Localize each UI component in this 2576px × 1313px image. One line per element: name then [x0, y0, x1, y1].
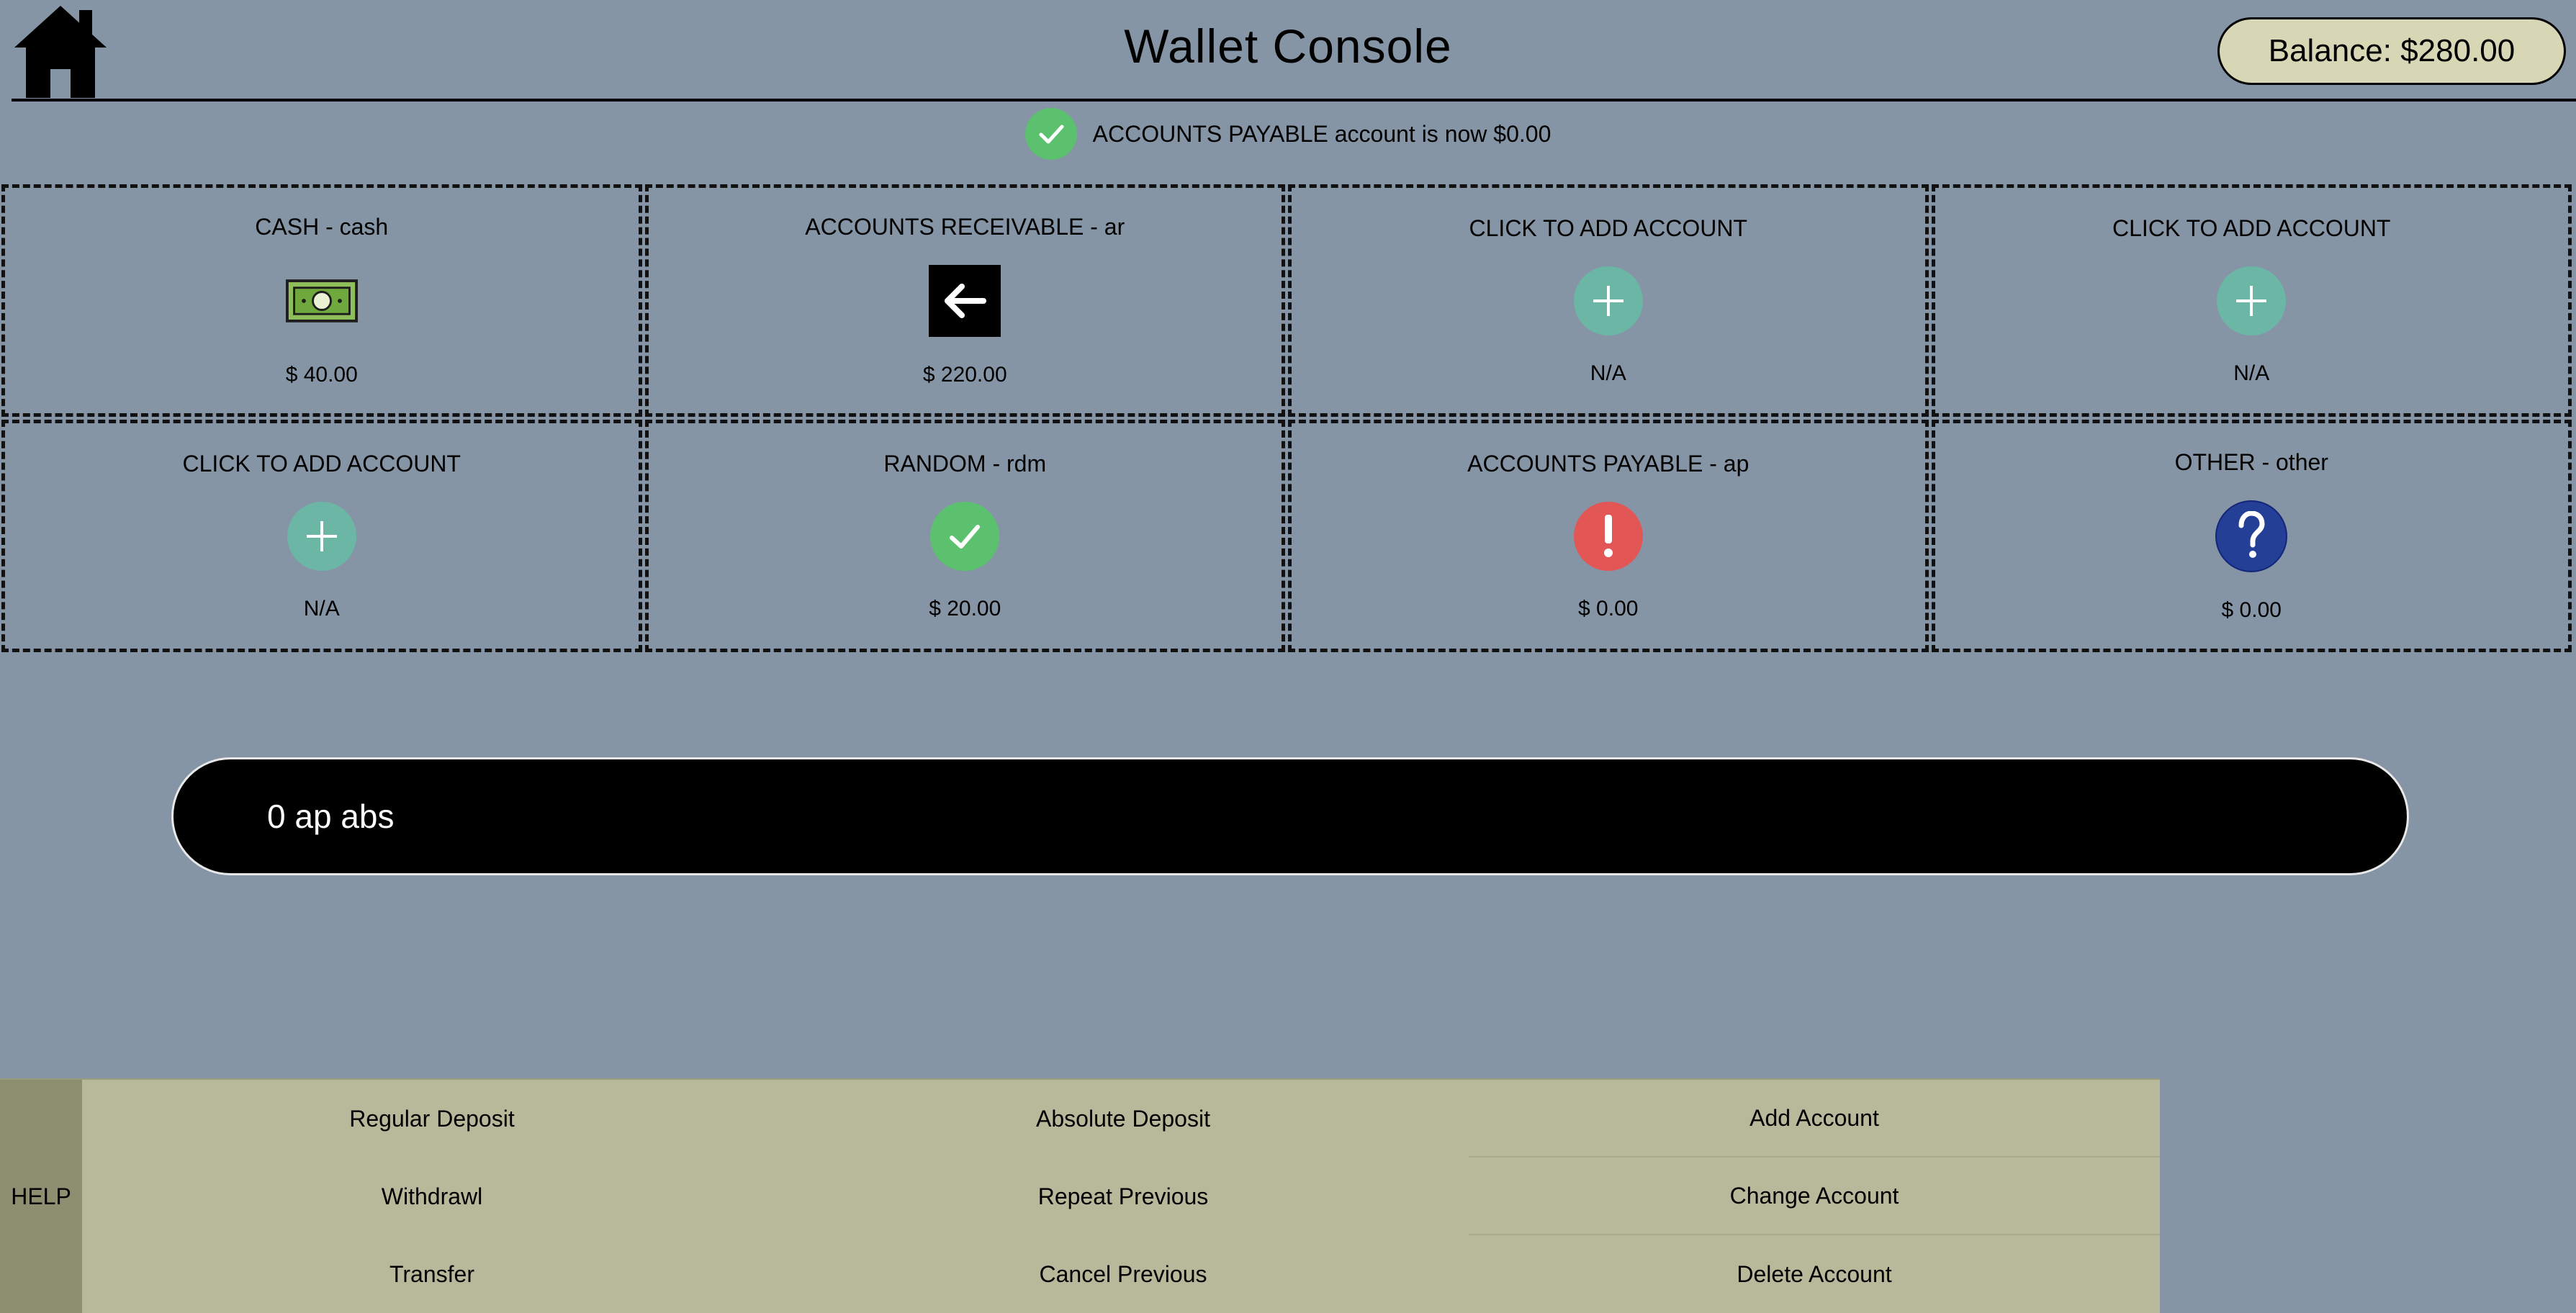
account-tile-ap[interactable]: ACCOUNTS PAYABLE - ap $ 0.00 — [1288, 420, 1929, 652]
add-account-button[interactable]: Add Account — [1469, 1080, 2160, 1158]
account-name: ACCOUNTS PAYABLE - ap — [1467, 451, 1749, 477]
account-balance: $ 0.00 — [2221, 598, 2282, 622]
question-icon — [2215, 500, 2288, 572]
account-name: CLICK TO ADD ACCOUNT — [182, 451, 461, 477]
cancel-previous-button[interactable]: Cancel Previous — [778, 1235, 1469, 1313]
transfer-button[interactable]: Transfer — [86, 1235, 778, 1313]
account-name: RANDOM - rdm — [883, 451, 1047, 477]
notification-text: ACCOUNTS PAYABLE account is now $0.00 — [1092, 120, 1552, 147]
account-balance: $ 40.00 — [285, 363, 358, 387]
account-name: CLICK TO ADD ACCOUNT — [2112, 215, 2391, 241]
plus-icon — [1573, 266, 1643, 335]
plus-icon — [2217, 266, 2287, 335]
account-tile-ar[interactable]: ACCOUNTS RECEIVABLE - ar $ 220.00 — [644, 184, 1285, 417]
repeat-previous-button[interactable]: Repeat Previous — [778, 1158, 1469, 1235]
header-divider — [12, 99, 2576, 101]
check-circle-icon — [1024, 108, 1077, 160]
account-tile-other[interactable]: OTHER - other $ 0.00 — [1931, 420, 2572, 652]
account-balance: N/A — [303, 597, 340, 621]
command-input-value: 0 ap abs — [267, 798, 395, 835]
exclamation-icon — [1573, 502, 1643, 571]
absolute-deposit-button[interactable]: Absolute Deposit — [778, 1080, 1469, 1158]
check-icon — [930, 502, 1000, 571]
account-balance: N/A — [1590, 361, 1626, 385]
add-account-tile[interactable]: CLICK TO ADD ACCOUNT N/A — [1288, 184, 1929, 417]
action-grid: Regular Deposit Absolute Deposit Add Acc… — [86, 1080, 2160, 1313]
account-balance: $ 20.00 — [929, 597, 1001, 621]
account-tile-cash[interactable]: CASH - cash $ 40.00 — [1, 184, 642, 417]
regular-deposit-button[interactable]: Regular Deposit — [86, 1080, 778, 1158]
account-name: CASH - cash — [255, 214, 389, 240]
cash-icon — [285, 265, 358, 337]
status-notification: ACCOUNTS PAYABLE account is now $0.00 — [0, 108, 2576, 160]
add-account-tile[interactable]: CLICK TO ADD ACCOUNT N/A — [1, 420, 642, 652]
plus-icon — [287, 502, 356, 571]
account-name: CLICK TO ADD ACCOUNT — [1469, 215, 1747, 241]
account-tile-rdm[interactable]: RANDOM - rdm $ 20.00 — [644, 420, 1285, 652]
account-grid: CASH - cash $ 40.00 ACCOUNTS RECEIVABLE … — [1, 184, 2575, 655]
account-balance: $ 0.00 — [1578, 597, 1639, 621]
delete-account-button[interactable]: Delete Account — [1469, 1235, 2160, 1313]
page-title: Wallet Console — [1124, 19, 1452, 73]
account-balance: $ 220.00 — [922, 363, 1007, 387]
change-account-button[interactable]: Change Account — [1469, 1158, 2160, 1235]
add-account-tile[interactable]: CLICK TO ADD ACCOUNT N/A — [1931, 184, 2572, 417]
account-balance: N/A — [2233, 361, 2270, 385]
withdraw-button[interactable]: Withdrawl — [86, 1158, 778, 1235]
arrow-left-icon — [929, 265, 1001, 337]
balance-button[interactable]: Balance: $280.00 — [2217, 17, 2566, 85]
action-panel: HELP Regular Deposit Absolute Deposit Ad… — [0, 1078, 2160, 1313]
account-name: ACCOUNTS RECEIVABLE - ar — [805, 214, 1125, 240]
command-input[interactable]: 0 ap abs — [171, 757, 2409, 875]
help-button[interactable]: HELP — [0, 1080, 82, 1313]
account-name: OTHER - other — [2174, 449, 2328, 475]
